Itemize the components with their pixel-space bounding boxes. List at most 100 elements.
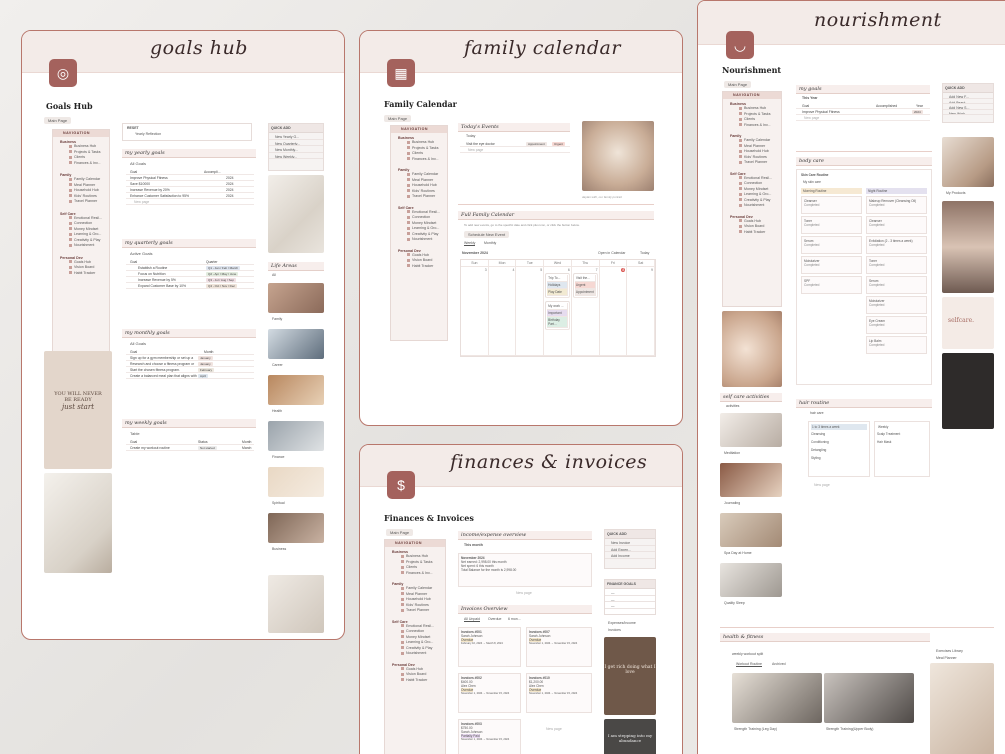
completed-checkbox[interactable]: Completed <box>804 203 859 207</box>
completed-checkbox[interactable]: Completed <box>804 243 859 247</box>
reset-item[interactable]: Yearly Reflection <box>123 132 251 136</box>
nav-item[interactable]: Habit Tracker <box>723 230 781 236</box>
completed-checkbox[interactable]: Completed <box>869 343 924 347</box>
finance-goal-checkbox[interactable]: — <box>605 602 655 609</box>
weekly-view-tab[interactable]: Table <box>126 430 144 437</box>
invoice-card[interactable]: Invoices #002 $400.00 Alex Chen Overdue … <box>458 673 521 713</box>
table-row[interactable]: Create my workout routine Not started Marc… <box>126 445 254 451</box>
nav-item[interactable]: Nourishment <box>385 651 445 657</box>
invoice-card[interactable]: Invoices #007 Sarah Johnson Overdue Nove… <box>526 627 592 667</box>
hair-step[interactable]: Scalp Treatment <box>877 430 927 438</box>
nav-item[interactable]: Habit Tracker <box>53 271 109 277</box>
routine-card[interactable]: Cleanser Completed <box>801 196 862 214</box>
life-area-photo[interactable] <box>268 375 324 405</box>
main-page-link[interactable]: Main Page <box>384 115 412 122</box>
today-view[interactable]: Today <box>466 134 475 138</box>
life-area-photo[interactable] <box>268 283 324 313</box>
workout-split-view[interactable]: weekly workout split <box>732 652 763 656</box>
nav-item[interactable]: Finances & Inv... <box>723 123 781 129</box>
invoice-tab[interactable]: All Unpaid <box>464 617 480 622</box>
routine-card[interactable]: Eye Cream Completed <box>866 316 927 334</box>
calendar-event[interactable]: Visit the... Urgent Appointment <box>572 273 598 298</box>
routine-card[interactable]: Moisturizer Completed <box>866 296 927 314</box>
routine-card[interactable]: Exfoliation (2 - 3 times a week) Complete… <box>866 236 927 254</box>
day-cell[interactable]: 7 Visit the... Urgent Appointment <box>571 267 600 356</box>
products-photo[interactable] <box>942 137 994 187</box>
invoice-tab[interactable]: 6 mon... <box>508 617 521 621</box>
new-page-button[interactable]: New page <box>516 591 532 595</box>
yearly-view-tab[interactable]: All Goals <box>126 160 150 167</box>
nav-item[interactable]: Nourishment <box>723 203 781 209</box>
table-row[interactable]: Create a balanced meal plan that aligns … <box>126 373 254 379</box>
life-area-photo[interactable] <box>268 421 324 451</box>
completed-checkbox[interactable]: Completed <box>869 243 924 247</box>
main-page-link[interactable]: Main Page <box>724 81 752 88</box>
nav-item[interactable]: Travel Planner <box>385 608 445 614</box>
nav-item[interactable]: Finances & Inv... <box>385 571 445 577</box>
routine-card[interactable]: Makeup Remover (Cleansing Oil) Completed <box>866 196 927 214</box>
life-area-photo[interactable] <box>268 513 324 543</box>
invoice-tab[interactable]: Overdue <box>488 617 501 621</box>
nav-item[interactable]: Habit Tracker <box>391 264 447 270</box>
nav-item[interactable]: Finances & Inv... <box>391 157 447 163</box>
schedule-new-event-button[interactable]: Schedule New Event <box>464 231 510 238</box>
quarterly-view-tab[interactable]: Active Goals <box>126 250 156 257</box>
completed-checkbox[interactable]: Completed <box>869 323 924 327</box>
life-area-photo[interactable] <box>268 329 324 359</box>
hair-step[interactable]: Styling <box>811 454 867 462</box>
hair-step[interactable]: Detangling <box>811 446 867 454</box>
workout-photo[interactable] <box>824 673 914 723</box>
activity-photo[interactable] <box>720 513 782 547</box>
expenses-income-link[interactable]: Expenses/Income <box>608 621 636 625</box>
quick-add-item[interactable]: New Work... <box>943 110 993 115</box>
completed-checkbox[interactable]: Completed <box>869 223 924 227</box>
hair-view[interactable]: hair care <box>810 411 824 415</box>
nav-item[interactable]: Habit Tracker <box>385 678 445 684</box>
hair-step[interactable]: Hair Mask <box>877 438 927 446</box>
tab-monthly[interactable]: Monthly <box>484 241 496 245</box>
day-cell[interactable]: 9 <box>627 267 655 356</box>
routine-card[interactable]: Toner Completed <box>801 216 862 234</box>
calendar-event[interactable]: My work ... Important Birthday Part... <box>545 301 571 330</box>
goals-view[interactable]: This Year <box>802 96 818 100</box>
hair-step[interactable]: Conditioning <box>811 438 867 446</box>
completed-checkbox[interactable]: Completed <box>869 283 924 287</box>
nav-item[interactable]: Travel Planner <box>391 194 447 200</box>
calendar-event[interactable]: Trip To... Holidays Play Date <box>545 273 571 298</box>
day-cell[interactable]: 3 <box>461 267 489 356</box>
completed-checkbox[interactable]: Completed <box>869 203 924 207</box>
new-page-row[interactable]: New page <box>126 199 254 205</box>
quick-add-item[interactable]: Add Income <box>605 552 655 559</box>
completed-checkbox[interactable]: Completed <box>869 263 924 267</box>
overview-card[interactable]: November 2024 Net earned: 2,998.00 this … <box>458 553 592 587</box>
day-cell[interactable]: 4 <box>488 267 517 356</box>
activities-view[interactable]: activities <box>726 404 739 408</box>
meal-planner-link[interactable]: Meal Planner <box>936 656 957 660</box>
day-cell[interactable]: 5 <box>516 267 545 356</box>
activity-photo[interactable] <box>720 463 782 497</box>
routine-card[interactable]: Toner Completed <box>866 256 927 274</box>
life-areas-view[interactable]: All <box>272 273 276 277</box>
main-page-link[interactable]: Main Page <box>44 117 72 124</box>
monthly-view-tab[interactable]: All Goals <box>126 340 150 347</box>
exercises-library-link[interactable]: Exercises Library <box>936 649 963 653</box>
new-page-button[interactable]: New page <box>814 483 830 487</box>
nav-item[interactable]: Finances & Inv... <box>53 161 109 167</box>
invoices-link[interactable]: Invoices <box>608 628 621 632</box>
open-in-calendar-button[interactable]: Open in Calendar <box>598 251 625 255</box>
completed-checkbox[interactable]: Completed <box>804 263 859 267</box>
invoice-card[interactable]: Invoices #001 Sarah Johnson Overdue Febr… <box>458 627 521 667</box>
main-page-link[interactable]: Main Page <box>386 529 414 536</box>
nav-item[interactable]: Travel Planner <box>723 160 781 166</box>
nav-item[interactable]: Nourishment <box>391 237 447 243</box>
overview-view[interactable]: This month <box>464 543 483 547</box>
completed-checkbox[interactable]: Completed <box>869 303 924 307</box>
routine-card[interactable]: SPF Completed <box>801 276 862 294</box>
routine-card[interactable]: Lip Balm Completed <box>866 336 927 354</box>
routine-card[interactable]: Cleanser Completed <box>866 216 927 234</box>
day-cell[interactable]: 6 Trip To... Holidays Play Date My work ..… <box>544 267 572 356</box>
completed-checkbox[interactable]: Completed <box>804 223 859 227</box>
nav-item[interactable]: Travel Planner <box>53 199 109 205</box>
activity-photo[interactable] <box>720 563 782 597</box>
routine-card[interactable]: Moisturizer Completed <box>801 256 862 274</box>
